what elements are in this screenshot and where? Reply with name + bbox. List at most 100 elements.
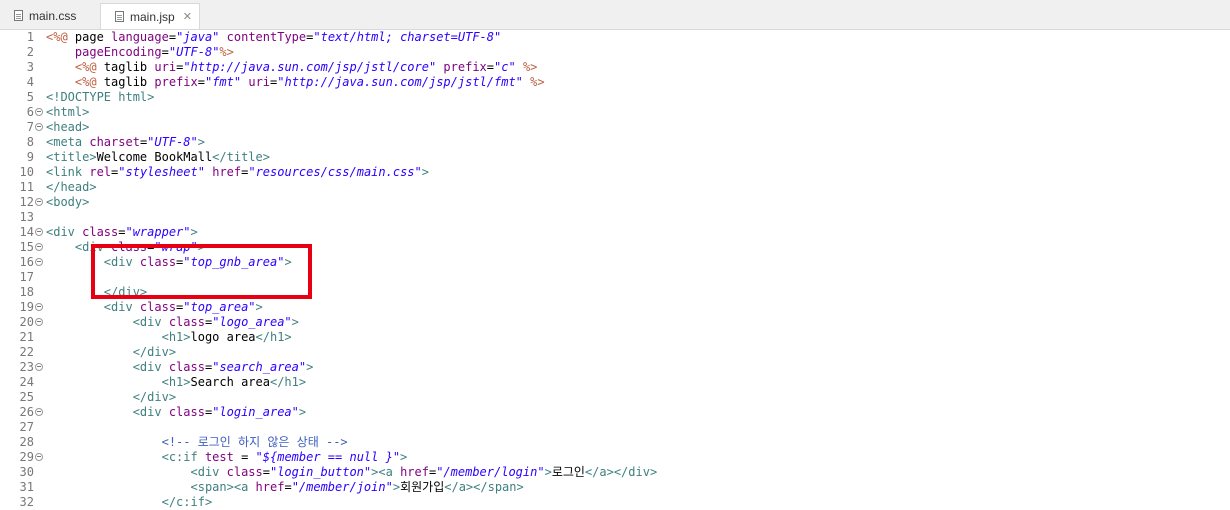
- code-text: <div class="login_button"><a href="/memb…: [190, 465, 658, 479]
- line-number: 20: [19, 315, 34, 329]
- code-text: </head>: [46, 180, 97, 194]
- code-text: pageEncoding="UTF-8"%>: [74, 45, 234, 59]
- tab-label: main.jsp: [130, 9, 175, 24]
- line-number: 7: [26, 120, 34, 134]
- code-line[interactable]: 28 <!-- 로그인 하지 않은 상태 -->: [0, 435, 1230, 450]
- code-line[interactable]: 14 <div class="wrapper">: [0, 225, 1230, 240]
- fold-toggle-icon[interactable]: [35, 453, 43, 461]
- fold-toggle-icon[interactable]: [35, 243, 43, 251]
- code-line[interactable]: 11 </head>: [0, 180, 1230, 195]
- code-line[interactable]: 26 <div class="login_area">: [0, 405, 1230, 420]
- fold-toggle-icon[interactable]: [35, 123, 43, 131]
- code-text: <title>Welcome BookMall</title>: [46, 150, 270, 164]
- line-number: 12: [19, 195, 34, 209]
- tab-main-jsp[interactable]: main.jsp ✕: [100, 3, 200, 29]
- fold-toggle-icon[interactable]: [35, 108, 43, 116]
- line-number: 15: [19, 240, 34, 254]
- code-line[interactable]: 7 <head>: [0, 120, 1230, 135]
- tab-label: main.css: [29, 8, 77, 23]
- highlight-box: [91, 244, 312, 299]
- tab-main-css[interactable]: main.css: [0, 3, 100, 28]
- code-text: <c:if test = "${member == null }">: [161, 450, 408, 464]
- fold-toggle-icon[interactable]: [35, 318, 43, 326]
- code-line[interactable]: 1 <%@ page language="java" contentType="t…: [0, 30, 1230, 45]
- code-line[interactable]: 10 <link rel="stylesheet" href="resources…: [0, 165, 1230, 180]
- line-number: 27: [19, 420, 34, 434]
- code-text: <%@ page language="java" contentType="te…: [46, 30, 502, 44]
- fold-toggle-icon[interactable]: [35, 303, 43, 311]
- code-line[interactable]: 23 <div class="search_area">: [0, 360, 1230, 375]
- code-line[interactable]: 6 <html>: [0, 105, 1230, 120]
- code-text: <!DOCTYPE html>: [46, 90, 155, 104]
- line-number: 21: [19, 330, 34, 344]
- close-tab-icon[interactable]: ✕: [183, 10, 192, 23]
- code-line[interactable]: 20 <div class="logo_area">: [0, 315, 1230, 330]
- jsp-file-icon: [115, 11, 124, 22]
- editor-tab-bar: main.css main.jsp ✕: [0, 0, 1230, 30]
- line-number: 29: [19, 450, 34, 464]
- code-line[interactable]: 19 <div class="top_area">: [0, 300, 1230, 315]
- line-number: 8: [26, 135, 34, 149]
- line-number: 28: [19, 435, 34, 449]
- code-text: <h1>Search area</h1>: [161, 375, 307, 389]
- code-line[interactable]: 2 pageEncoding="UTF-8"%>: [0, 45, 1230, 60]
- line-number: 24: [19, 375, 34, 389]
- code-line[interactable]: 13: [0, 210, 1230, 225]
- code-text: <body>: [46, 195, 90, 209]
- code-line[interactable]: 29 <c:if test = "${member == null }">: [0, 450, 1230, 465]
- line-number: 22: [19, 345, 34, 359]
- code-text: <%@ taglib uri="http://java.sun.com/jsp/…: [74, 60, 538, 74]
- code-text: <%@ taglib prefix="fmt" uri="http://java…: [74, 75, 545, 89]
- code-line[interactable]: 31 <span><a href="/member/join">회원가입</a>…: [0, 480, 1230, 495]
- code-text: <html>: [46, 105, 90, 119]
- code-line[interactable]: 4 <%@ taglib prefix="fmt" uri="http://ja…: [0, 75, 1230, 90]
- fold-toggle-icon[interactable]: [35, 258, 43, 266]
- line-number: 25: [19, 390, 34, 404]
- code-line[interactable]: 30 <div class="login_button"><a href="/m…: [0, 465, 1230, 480]
- fold-toggle-icon[interactable]: [35, 363, 43, 371]
- line-number: 16: [19, 255, 34, 269]
- code-text: <div class="logo_area">: [132, 315, 299, 329]
- line-number: 17: [19, 270, 34, 284]
- code-line[interactable]: 27: [0, 420, 1230, 435]
- code-text: <meta charset="UTF-8">: [46, 135, 205, 149]
- line-number: 9: [26, 150, 34, 164]
- code-line[interactable]: 8 <meta charset="UTF-8">: [0, 135, 1230, 150]
- line-number: 18: [19, 285, 34, 299]
- line-number: 23: [19, 360, 34, 374]
- line-number: 26: [19, 405, 34, 419]
- line-number: 3: [26, 60, 34, 74]
- line-number: 14: [19, 225, 34, 239]
- line-number: 13: [19, 210, 34, 224]
- line-number: 2: [26, 45, 34, 59]
- code-line[interactable]: 24 <h1>Search area</h1>: [0, 375, 1230, 390]
- code-text: </div>: [132, 345, 177, 359]
- code-text: <span><a href="/member/join">회원가입</a></s…: [190, 480, 524, 494]
- code-text: <div class="login_area">: [132, 405, 307, 419]
- line-number: 6: [26, 105, 34, 119]
- code-text: <div class="search_area">: [132, 360, 314, 374]
- line-number: 30: [19, 465, 34, 479]
- line-number: 11: [19, 180, 34, 194]
- code-text: </div>: [132, 390, 177, 404]
- code-line[interactable]: 21 <h1>logo area</h1>: [0, 330, 1230, 345]
- code-text: <div class="wrapper">: [46, 225, 198, 239]
- code-text: <head>: [46, 120, 90, 134]
- code-line[interactable]: 25 </div>: [0, 390, 1230, 405]
- line-number: 31: [19, 480, 34, 494]
- code-line[interactable]: 9 <title>Welcome BookMall</title>: [0, 150, 1230, 165]
- code-line[interactable]: 12 <body>: [0, 195, 1230, 210]
- code-text: <link rel="stylesheet" href="resources/c…: [46, 165, 429, 179]
- code-line[interactable]: 22 </div>: [0, 345, 1230, 360]
- code-text: <div class="top_area">: [103, 300, 263, 314]
- code-line[interactable]: 5 <!DOCTYPE html>: [0, 90, 1230, 105]
- line-number: 5: [26, 90, 34, 104]
- code-text: <h1>logo area</h1>: [161, 330, 292, 344]
- line-number: 19: [19, 300, 34, 314]
- fold-toggle-icon[interactable]: [35, 198, 43, 206]
- line-number: 4: [26, 75, 34, 89]
- code-line[interactable]: 3 <%@ taglib uri="http://java.sun.com/js…: [0, 60, 1230, 75]
- fold-toggle-icon[interactable]: [35, 228, 43, 236]
- fold-toggle-icon[interactable]: [35, 408, 43, 416]
- code-text: <!-- 로그인 하지 않은 상태 -->: [161, 435, 348, 449]
